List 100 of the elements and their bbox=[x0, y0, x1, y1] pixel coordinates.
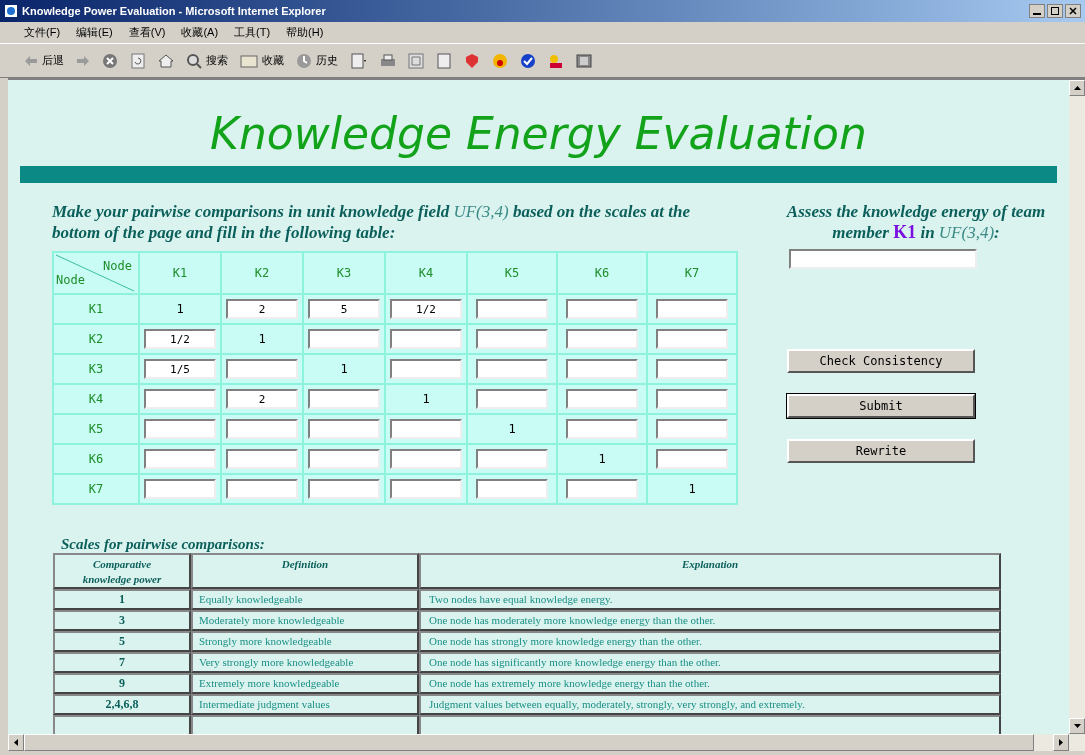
matrix-input-field[interactable] bbox=[144, 389, 216, 409]
matrix-input-field[interactable] bbox=[476, 299, 548, 319]
matrix-input-field[interactable]: 2 bbox=[226, 389, 298, 409]
form-button[interactable]: Check Consistency bbox=[787, 349, 975, 373]
matrix-input-field[interactable]: 1/2 bbox=[144, 329, 216, 349]
menu-item[interactable]: 收藏(A) bbox=[181, 24, 219, 41]
column-header: Comparative knowledge power bbox=[82, 558, 162, 585]
matrix-input-field[interactable] bbox=[226, 479, 298, 499]
print-button[interactable] bbox=[380, 52, 396, 69]
stop-button[interactable] bbox=[102, 52, 118, 69]
matrix-input-field[interactable] bbox=[308, 479, 380, 499]
matrix-input-field[interactable] bbox=[656, 299, 728, 319]
table-cell: Extremely more knowledgeable bbox=[199, 677, 340, 689]
matrix-input-field[interactable]: 1/5 bbox=[144, 359, 216, 379]
row-header: K6 bbox=[53, 444, 139, 474]
search-icon bbox=[186, 52, 202, 69]
back-button[interactable]: 后退 bbox=[24, 52, 64, 69]
table-cell: 3 bbox=[119, 613, 125, 627]
form-button[interactable]: Submit bbox=[787, 394, 975, 418]
row-header: K5 bbox=[53, 414, 139, 444]
menu-item[interactable]: 查看(V) bbox=[128, 24, 166, 41]
form-button[interactable]: Rewrite bbox=[787, 439, 975, 463]
history-button[interactable]: 历史 bbox=[296, 52, 338, 69]
search-button[interactable]: 搜索 bbox=[186, 52, 228, 69]
matrix-input-field[interactable] bbox=[226, 449, 298, 469]
maximize-button[interactable] bbox=[1047, 4, 1063, 18]
menu-item[interactable]: 工具(T) bbox=[234, 24, 271, 41]
right-arrow-icon bbox=[1059, 739, 1063, 746]
matrix-input-field[interactable] bbox=[476, 449, 548, 469]
energy-input-field[interactable] bbox=[789, 249, 977, 269]
matrix-input-field[interactable] bbox=[390, 419, 462, 439]
matrix-input-field[interactable] bbox=[476, 479, 548, 499]
scroll-right-button[interactable] bbox=[1053, 734, 1069, 751]
table-cell: Judgment values between equally, moderately, strongly, very strongly, and extremely. bbox=[429, 698, 805, 710]
check-icon[interactable] bbox=[520, 52, 536, 69]
matrix-input-field[interactable] bbox=[566, 329, 638, 349]
scroll-down-button[interactable] bbox=[1069, 718, 1085, 734]
favorites-icon bbox=[240, 53, 258, 68]
table-cell: 1 bbox=[303, 354, 385, 384]
matrix-input-field[interactable] bbox=[476, 359, 548, 379]
close-icon bbox=[1069, 7, 1077, 15]
matrix-input-field[interactable] bbox=[476, 389, 548, 409]
matrix-input-field[interactable] bbox=[476, 329, 548, 349]
matrix-input-field[interactable] bbox=[308, 419, 380, 439]
matrix-input-field[interactable] bbox=[566, 389, 638, 409]
matrix-input-field[interactable] bbox=[308, 329, 380, 349]
close-button[interactable] bbox=[1065, 4, 1081, 18]
matrix-input-field[interactable] bbox=[656, 359, 728, 379]
matrix-input-field[interactable] bbox=[226, 419, 298, 439]
matrix-input-field[interactable] bbox=[390, 329, 462, 349]
matrix-input-field[interactable] bbox=[226, 359, 298, 379]
matrix-input-field[interactable] bbox=[566, 479, 638, 499]
scroll-up-button[interactable] bbox=[1069, 80, 1085, 96]
up-arrow-icon bbox=[1073, 86, 1081, 90]
edit-button[interactable] bbox=[408, 52, 424, 69]
menu-item[interactable]: 文件(F) bbox=[24, 24, 61, 41]
table-cell: Strongly more knowledgeable bbox=[199, 635, 332, 647]
assess-prompt: Assess the knowledge energy of team member K1 in UF(3,4): bbox=[785, 201, 1047, 243]
matrix-input-field[interactable] bbox=[656, 449, 728, 469]
matrix-input-field[interactable] bbox=[144, 479, 216, 499]
matrix-input-field[interactable] bbox=[308, 449, 380, 469]
refresh-button[interactable] bbox=[130, 52, 146, 69]
matrix-input-field[interactable] bbox=[390, 479, 462, 499]
column-header: Explanation bbox=[681, 558, 739, 570]
table-cell: 1 bbox=[467, 414, 557, 444]
matrix-input-field[interactable] bbox=[656, 419, 728, 439]
matrix-input-field[interactable]: 2 bbox=[226, 299, 298, 319]
favorites-button[interactable]: 收藏 bbox=[240, 52, 284, 69]
matrix-input-field[interactable]: 5 bbox=[308, 299, 380, 319]
horizontal-scroll-thumb[interactable] bbox=[24, 734, 1034, 751]
table-cell: 1 bbox=[139, 294, 221, 324]
window-title: Knowledge Power Evaluation - Microsoft Internet Explorer bbox=[22, 3, 326, 19]
down-arrow-icon bbox=[1073, 724, 1081, 728]
matrix-input-field[interactable] bbox=[656, 389, 728, 409]
matrix-input-field[interactable] bbox=[390, 359, 462, 379]
menu-item[interactable]: 帮助(H) bbox=[286, 24, 324, 41]
browser-icon bbox=[4, 4, 18, 18]
menu-item[interactable]: 编辑(E) bbox=[76, 24, 113, 41]
instruction-text: Make your pairwise comparisons in unit knowledge field UF(3,4) based on the scales at the bottom of the page and fill in the following table: bbox=[52, 201, 691, 243]
home-button[interactable] bbox=[158, 52, 174, 69]
matrix-input-field[interactable] bbox=[390, 449, 462, 469]
table-cell: One node has moderately more knowledge energy than the other. bbox=[429, 614, 716, 626]
matrix-input-field[interactable] bbox=[144, 449, 216, 469]
table-cell: Very strongly more knowledgeable bbox=[199, 656, 354, 668]
table-cell: Equally knowledgeable bbox=[199, 593, 303, 605]
matrix-input-field[interactable] bbox=[144, 419, 216, 439]
scales-title: Scales for pairwise comparisons: bbox=[61, 535, 266, 553]
page-button[interactable] bbox=[436, 52, 452, 69]
scroll-left-button[interactable] bbox=[8, 734, 24, 751]
matrix-input-field[interactable]: 1/2 bbox=[390, 299, 462, 319]
back-icon bbox=[24, 54, 38, 67]
matrix-input-field[interactable] bbox=[308, 389, 380, 409]
matrix-input-field[interactable] bbox=[566, 359, 638, 379]
minimize-button[interactable] bbox=[1029, 4, 1045, 18]
matrix-input-field[interactable] bbox=[656, 329, 728, 349]
matrix-input-field[interactable] bbox=[566, 419, 638, 439]
shield-icon[interactable] bbox=[464, 52, 480, 69]
row-header: K1 bbox=[53, 294, 139, 324]
table-cell: 1 bbox=[119, 592, 125, 606]
matrix-input-field[interactable] bbox=[566, 299, 638, 319]
